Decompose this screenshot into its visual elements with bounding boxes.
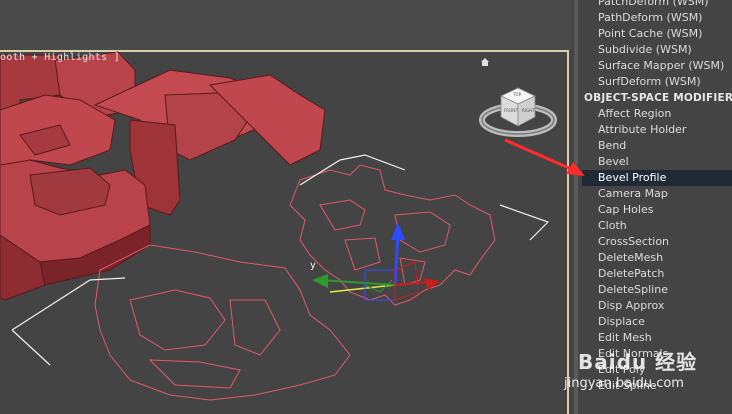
- modifier-item-disp-approx[interactable]: Disp Approx: [582, 298, 732, 314]
- modifier-item-bevel[interactable]: Bevel: [582, 154, 732, 170]
- modifier-list: PatchDeform (WSM) PathDeform (WSM) Point…: [582, 0, 732, 394]
- modifier-item-bend[interactable]: Bend: [582, 138, 732, 154]
- viewcube-widget[interactable]: TOP FRONT RIGHT: [477, 82, 559, 142]
- modifier-item-camera-map[interactable]: Camera Map: [582, 186, 732, 202]
- modifier-item-edit-poly[interactable]: Edit Poly: [582, 362, 732, 378]
- modifier-item-surfdeform-wsm[interactable]: SurfDeform (WSM): [582, 74, 732, 90]
- modifier-item-surface-mapper-wsm[interactable]: Surface Mapper (WSM): [582, 58, 732, 74]
- modifier-item-cloth[interactable]: Cloth: [582, 218, 732, 234]
- extruded-text-mesh: [0, 51, 326, 301]
- viewcube-top-label: TOP: [512, 92, 522, 97]
- modifier-item-subdivide-wsm[interactable]: Subdivide (WSM): [582, 42, 732, 58]
- modifier-item-edit-normals[interactable]: Edit Normals: [582, 346, 732, 362]
- modifier-item-deletepatch[interactable]: DeletePatch: [582, 266, 732, 282]
- modifier-item-point-cache-wsm[interactable]: Point Cache (WSM): [582, 26, 732, 42]
- modifier-item-edit-mesh[interactable]: Edit Mesh: [582, 330, 732, 346]
- modifier-item-attribute-holder[interactable]: Attribute Holder: [582, 122, 732, 138]
- modifier-list-scrollbar[interactable]: [574, 0, 578, 414]
- modifier-item-bevel-profile[interactable]: Bevel Profile: [582, 170, 732, 186]
- viewport-shading-label[interactable]: ooth + Highlights ]: [0, 52, 120, 63]
- section-header-object-space: OBJECT-SPACE MODIFIERS: [584, 92, 732, 104]
- modifier-item-displace[interactable]: Displace: [582, 314, 732, 330]
- modifier-item-edit-spline[interactable]: Edit Spline: [582, 378, 732, 394]
- modifier-item-crosssection[interactable]: CrossSection: [582, 234, 732, 250]
- perspective-viewport[interactable]: ooth + Highlights ] y TOP FRONT RIGHT: [0, 0, 572, 414]
- modifier-item-patchdeform-wsm[interactable]: PatchDeform (WSM): [582, 0, 732, 10]
- axis-y-label: y: [310, 260, 316, 271]
- modifier-item-deletemesh[interactable]: DeleteMesh: [582, 250, 732, 266]
- modifier-item-cap-holes[interactable]: Cap Holes: [582, 202, 732, 218]
- home-icon[interactable]: [480, 57, 490, 67]
- modifier-item-affect-region[interactable]: Affect Region: [582, 106, 732, 122]
- viewcube-right-label: RIGHT: [522, 108, 535, 113]
- modifier-item-deletespline[interactable]: DeleteSpline: [582, 282, 732, 298]
- viewcube-front-label: FRONT: [504, 108, 518, 113]
- modifier-item-pathdeform-wsm[interactable]: PathDeform (WSM): [582, 10, 732, 26]
